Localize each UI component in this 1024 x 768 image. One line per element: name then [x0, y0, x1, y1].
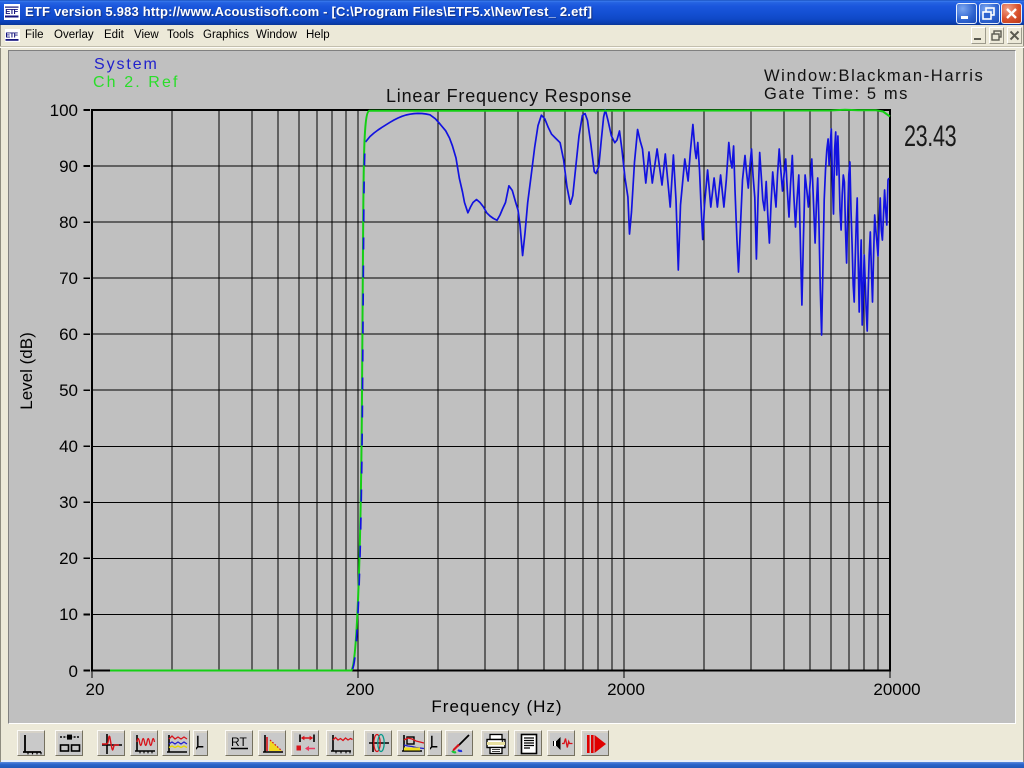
svg-text:RT: RT: [231, 735, 247, 749]
